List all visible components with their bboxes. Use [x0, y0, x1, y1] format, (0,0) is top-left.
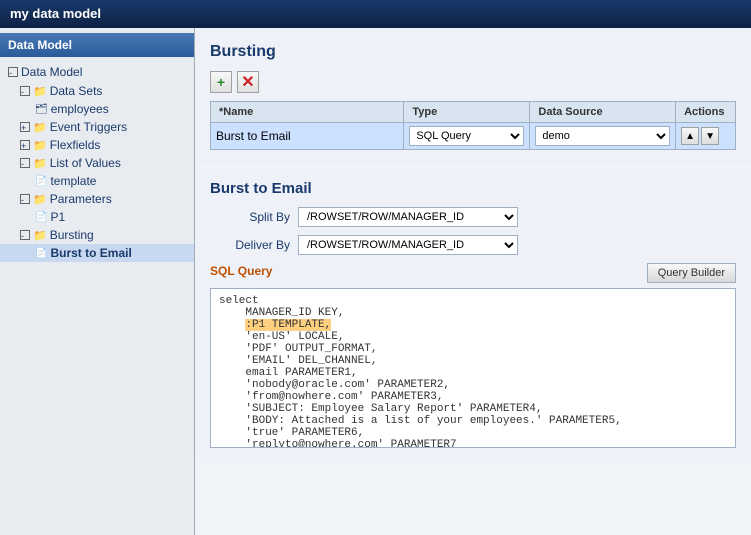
burst-datasource-cell: demo default [530, 123, 676, 150]
bursting-toolbar: + ✕ [210, 71, 736, 93]
bursting-table: *Name Type Data Source Actions SQL Quer [210, 101, 736, 150]
sidebar-label-bursting: Bursting [50, 228, 94, 242]
expand-icon[interactable]: + [20, 140, 30, 150]
folder-icon: 📁 [33, 121, 47, 134]
split-by-select[interactable]: /ROWSET/ROW/MANAGER_ID /ROWSET/ROW/EMPLO… [298, 207, 518, 227]
folder-icon: 📁 [33, 139, 47, 152]
sidebar: Data Model - Data Model - 📁 Data Sets 🗂 … [0, 28, 195, 535]
move-down-button[interactable]: ▼ [701, 127, 719, 145]
burst-detail-section: Burst to Email Split By /ROWSET/ROW/MANA… [195, 170, 751, 458]
expand-icon[interactable]: + [20, 122, 30, 132]
sidebar-item-data-model[interactable]: - Data Model [0, 62, 194, 82]
sidebar-item-burst-to-email[interactable]: 📄 Burst to Email [0, 244, 194, 262]
sidebar-item-template[interactable]: 📄 template [0, 172, 194, 190]
sidebar-label-burst-to-email: Burst to Email [50, 246, 131, 260]
expand-icon[interactable]: - [20, 194, 30, 204]
burst-detail-title: Burst to Email [210, 180, 736, 197]
move-up-button[interactable]: ▲ [681, 127, 699, 145]
sidebar-label-p1: P1 [50, 210, 65, 224]
db-icon: 🗂 [35, 104, 48, 115]
folder-icon: 📁 [33, 157, 47, 170]
burst-type-select[interactable]: SQL Query PL/SQL [409, 126, 524, 146]
sql-query-section: SQL Query Query Builder select MANAGER_I… [210, 263, 736, 448]
sidebar-item-p1[interactable]: 📄 P1 [0, 208, 194, 226]
burst-doc-icon: 📄 [35, 248, 47, 259]
sidebar-header: Data Model [0, 33, 194, 57]
split-by-row: Split By /ROWSET/ROW/MANAGER_ID /ROWSET/… [210, 207, 736, 227]
burst-name-input[interactable] [216, 129, 398, 143]
sidebar-label-list-of-values: List of Values [50, 156, 121, 170]
sidebar-label-data-sets: Data Sets [50, 84, 103, 98]
sql-textarea[interactable]: select MANAGER_ID KEY, :P1 TEMPLATE, 'en… [210, 288, 736, 448]
doc-icon: 📄 [35, 176, 47, 187]
col-name: *Name [211, 102, 404, 123]
folder-icon: 📁 [33, 229, 47, 242]
sidebar-item-employees[interactable]: 🗂 employees [0, 100, 194, 118]
col-datasource: Data Source [530, 102, 676, 123]
sql-query-label: SQL Query [210, 264, 272, 278]
sidebar-label-event-triggers: Event Triggers [50, 120, 127, 134]
burst-type-cell: SQL Query PL/SQL [404, 123, 530, 150]
burst-datasource-select[interactable]: demo default [535, 126, 670, 146]
delete-bursting-button[interactable]: ✕ [237, 71, 259, 93]
sidebar-label-template: template [50, 174, 96, 188]
folder-icon: 📁 [33, 85, 47, 98]
burst-name-cell [211, 123, 404, 150]
deliver-by-label: Deliver By [210, 238, 290, 252]
deliver-by-select[interactable]: /ROWSET/ROW/MANAGER_ID /ROWSET/ROW/EMPLO… [298, 235, 518, 255]
sidebar-item-parameters[interactable]: - 📁 Parameters [0, 190, 194, 208]
sidebar-item-bursting[interactable]: - 📁 Bursting [0, 226, 194, 244]
sidebar-label-employees: employees [51, 102, 109, 116]
doc-icon: 📄 [35, 212, 47, 223]
col-type: Type [404, 102, 530, 123]
bursting-section: Bursting + ✕ *Name Type Data Source Acti… [195, 28, 751, 165]
expand-icon[interactable]: - [8, 67, 18, 77]
sidebar-item-flexfields[interactable]: + 📁 Flexfields [0, 136, 194, 154]
sidebar-label-parameters: Parameters [50, 192, 112, 206]
content-area: Bursting + ✕ *Name Type Data Source Acti… [195, 28, 751, 535]
title-bar: my data model [0, 0, 751, 28]
sidebar-item-list-of-values[interactable]: - 📁 List of Values [0, 154, 194, 172]
bursting-title: Bursting [210, 43, 736, 61]
folder-icon: 📁 [33, 193, 47, 206]
burst-actions-cell: ▲ ▼ [676, 123, 736, 150]
table-row: SQL Query PL/SQL demo default [211, 123, 736, 150]
split-by-label: Split By [210, 210, 290, 224]
sql-highlight: :P1 TEMPLATE, [245, 319, 331, 331]
expand-icon[interactable]: - [20, 158, 30, 168]
sidebar-label-flexfields: Flexfields [50, 138, 101, 152]
expand-icon[interactable]: - [20, 86, 30, 96]
sidebar-item-data-sets[interactable]: - 📁 Data Sets [0, 82, 194, 100]
query-builder-button[interactable]: Query Builder [647, 263, 736, 283]
deliver-by-row: Deliver By /ROWSET/ROW/MANAGER_ID /ROWSE… [210, 235, 736, 255]
expand-icon[interactable]: - [20, 230, 30, 240]
col-actions: Actions [676, 102, 736, 123]
sidebar-item-event-triggers[interactable]: + 📁 Event Triggers [0, 118, 194, 136]
title-text: my data model [10, 6, 101, 21]
add-bursting-button[interactable]: + [210, 71, 232, 93]
sidebar-label-data-model: Data Model [21, 65, 82, 79]
